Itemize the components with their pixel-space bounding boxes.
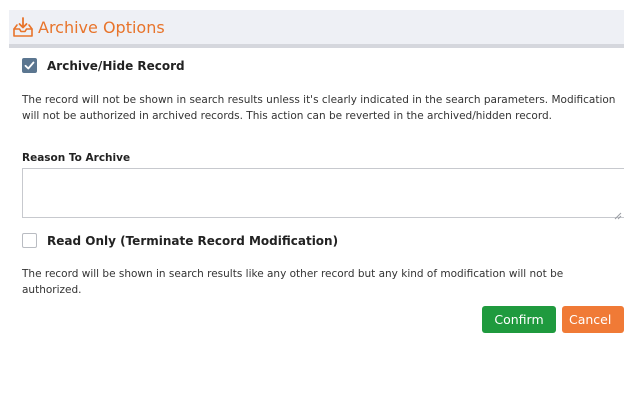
archive-options-header: Archive Options bbox=[9, 10, 624, 44]
read-only-checkbox[interactable] bbox=[22, 233, 37, 248]
archive-hide-label[interactable]: Archive/Hide Record bbox=[47, 59, 185, 73]
archive-description: The record will not be shown in search r… bbox=[22, 94, 616, 122]
cancel-button[interactable]: Cancel bbox=[562, 306, 624, 333]
read-only-description: The record will be shown in search resul… bbox=[22, 268, 564, 296]
confirm-button[interactable]: Confirm bbox=[482, 306, 556, 333]
reason-to-archive-textarea[interactable] bbox=[22, 168, 624, 218]
archive-hide-option[interactable]: Archive/Hide Record bbox=[22, 58, 185, 73]
resize-grip-icon[interactable] bbox=[612, 205, 622, 220]
header-divider bbox=[9, 44, 624, 48]
reason-to-archive-label: Reason To Archive bbox=[22, 152, 131, 164]
page-title: Archive Options bbox=[38, 17, 165, 37]
archive-hide-checkbox[interactable] bbox=[22, 58, 37, 73]
read-only-option[interactable]: Read Only (Terminate Record Modification… bbox=[22, 233, 338, 248]
read-only-label[interactable]: Read Only (Terminate Record Modification… bbox=[47, 234, 338, 248]
archive-download-icon bbox=[12, 16, 34, 38]
checkmark-icon bbox=[24, 61, 35, 70]
